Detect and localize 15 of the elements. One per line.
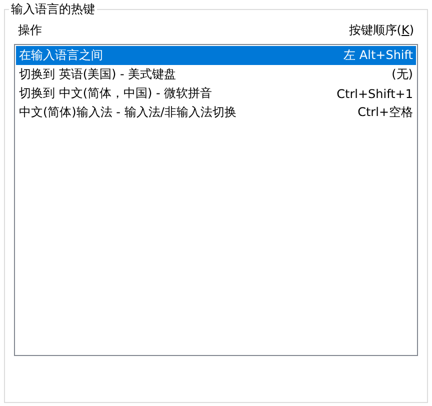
column-header: 操作 [18, 22, 42, 39]
key-sequence-text: (无) [392, 66, 413, 83]
action-text: 切换到 英语(美国) - 美式键盘 [19, 66, 176, 83]
key-sequence-text: Ctrl+空格 [358, 104, 413, 121]
key-sequence-text: Ctrl+Shift+1 [336, 86, 413, 100]
action-text: 切换到 中文(简体，中国) - 微软拼音 [19, 85, 212, 102]
action-text: 中文(简体)输入法 - 输入法/非输入法切换 [19, 104, 236, 121]
hotkey-row[interactable]: 在输入语言之间 左 Alt+Shift [16, 46, 416, 65]
hotkey-row[interactable]: 切换到 中文(简体，中国) - 微软拼音 Ctrl+Shift+1 [16, 84, 416, 103]
group-title: 输入语言的热键 [9, 1, 97, 17]
hotkey-row[interactable]: 中文(简体)输入法 - 输入法/非输入法切换 Ctrl+空格 [16, 103, 416, 122]
action-text: 在输入语言之间 [19, 47, 103, 64]
hotkey-row[interactable]: 切换到 英语(美国) - 美式键盘 (无) [16, 65, 416, 84]
column-header: 按键顺序(K) [348, 22, 414, 39]
key-sequence-text: 左 Alt+Shift [344, 47, 413, 64]
